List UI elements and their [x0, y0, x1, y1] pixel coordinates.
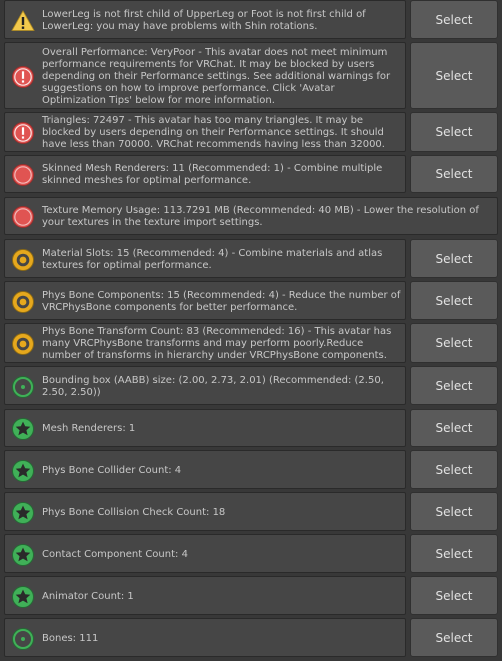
- select-button[interactable]: Select: [410, 323, 498, 363]
- very-poor-circle-icon: [11, 163, 35, 187]
- select-button[interactable]: Select: [410, 281, 498, 320]
- validation-row: Phys Bone Collision Check Count: 18 Selec…: [4, 492, 498, 531]
- validation-message-box: Skinned Mesh Renderers: 11 (Recommended:…: [4, 155, 406, 193]
- validation-row: Phys Bone Components: 15 (Recommended: 4…: [4, 281, 498, 320]
- excellent-star-icon: [11, 459, 35, 483]
- medium-ring-icon: [11, 332, 35, 356]
- validation-message-box: LowerLeg is not first child of UpperLeg …: [4, 0, 406, 39]
- validation-message-list: LowerLeg is not first child of UpperLeg …: [0, 0, 502, 661]
- validation-message-text: Overall Performance: VeryPoor - This ava…: [42, 47, 391, 106]
- good-dot-icon: [11, 627, 35, 651]
- select-button[interactable]: Select: [410, 155, 498, 193]
- validation-message-box: Material Slots: 15 (Recommended: 4) - Co…: [4, 239, 406, 278]
- validation-message-box: Bones: 111: [4, 618, 406, 657]
- validation-message-box: Phys Bone Components: 15 (Recommended: 4…: [4, 281, 406, 320]
- validation-row: Skinned Mesh Renderers: 11 (Recommended:…: [4, 155, 498, 193]
- warning-triangle-icon: [11, 9, 35, 33]
- validation-row: Overall Performance: VeryPoor - This ava…: [4, 42, 498, 109]
- validation-message-text: Skinned Mesh Renderers: 11 (Recommended:…: [42, 163, 383, 186]
- validation-message-text: Bounding box (AABB) size: (2.00, 2.73, 2…: [42, 375, 384, 398]
- validation-message-text: Bones: 111: [42, 633, 99, 644]
- excellent-star-icon: [11, 585, 35, 609]
- validation-message-box: Texture Memory Usage: 113.7291 MB (Recom…: [4, 197, 498, 235]
- very-poor-circle-icon: [11, 205, 35, 229]
- validation-row: Texture Memory Usage: 113.7291 MB (Recom…: [4, 197, 498, 235]
- validation-message-box: Phys Bone Collision Check Count: 18: [4, 492, 406, 531]
- validation-message-box: Phys Bone Collider Count: 4: [4, 450, 406, 489]
- validation-message-text: Phys Bone Collider Count: 4: [42, 465, 182, 476]
- validation-message-text: Material Slots: 15 (Recommended: 4) - Co…: [42, 248, 383, 271]
- excellent-star-icon: [11, 543, 35, 567]
- validation-row: Phys Bone Transform Count: 83 (Recommend…: [4, 323, 498, 363]
- good-dot-icon: [11, 375, 35, 399]
- validation-row: Bones: 111 Select: [4, 618, 498, 657]
- select-button[interactable]: Select: [410, 112, 498, 152]
- validation-message-text: Phys Bone Collision Check Count: 18: [42, 507, 226, 518]
- validation-message-text: Triangles: 72497 - This avatar has too m…: [42, 115, 385, 150]
- error-exclamation-icon: [11, 121, 35, 145]
- validation-message-box: Phys Bone Transform Count: 83 (Recommend…: [4, 323, 406, 363]
- validation-message-text: LowerLeg is not first child of UpperLeg …: [42, 9, 366, 32]
- validation-message-box: Contact Component Count: 4: [4, 534, 406, 573]
- validation-message-box: Mesh Renderers: 1: [4, 409, 406, 447]
- select-button[interactable]: Select: [410, 492, 498, 531]
- excellent-star-icon: [11, 417, 35, 441]
- select-button[interactable]: Select: [410, 534, 498, 573]
- validation-message-text: Contact Component Count: 4: [42, 549, 188, 560]
- validation-row: Animator Count: 1 Select: [4, 576, 498, 615]
- select-button[interactable]: Select: [410, 0, 498, 39]
- validation-message-text: Phys Bone Transform Count: 83 (Recommend…: [42, 326, 392, 361]
- select-button[interactable]: Select: [410, 42, 498, 109]
- select-button[interactable]: Select: [410, 409, 498, 447]
- select-button[interactable]: Select: [410, 239, 498, 278]
- error-exclamation-icon: [11, 65, 35, 89]
- validation-row: Contact Component Count: 4 Select: [4, 534, 498, 573]
- validation-row: Mesh Renderers: 1 Select: [4, 409, 498, 447]
- medium-ring-icon: [11, 248, 35, 272]
- validation-row: Triangles: 72497 - This avatar has too m…: [4, 112, 498, 152]
- validation-row: Phys Bone Collider Count: 4 Select: [4, 450, 498, 489]
- validation-message-text: Phys Bone Components: 15 (Recommended: 4…: [42, 290, 401, 313]
- select-button[interactable]: Select: [410, 576, 498, 615]
- select-button[interactable]: Select: [410, 450, 498, 489]
- validation-message-box: Overall Performance: VeryPoor - This ava…: [4, 42, 406, 109]
- validation-message-box: Bounding box (AABB) size: (2.00, 2.73, 2…: [4, 366, 406, 405]
- validation-message-text: Texture Memory Usage: 113.7291 MB (Recom…: [42, 205, 479, 228]
- validation-message-box: Triangles: 72497 - This avatar has too m…: [4, 112, 406, 152]
- validation-row: Material Slots: 15 (Recommended: 4) - Co…: [4, 239, 498, 278]
- validation-row: Bounding box (AABB) size: (2.00, 2.73, 2…: [4, 366, 498, 405]
- validation-message-text: Animator Count: 1: [42, 591, 134, 602]
- select-button[interactable]: Select: [410, 366, 498, 405]
- medium-ring-icon: [11, 290, 35, 314]
- excellent-star-icon: [11, 501, 35, 525]
- validation-message-box: Animator Count: 1: [4, 576, 406, 615]
- validation-message-text: Mesh Renderers: 1: [42, 423, 136, 434]
- validation-row: LowerLeg is not first child of UpperLeg …: [4, 0, 498, 39]
- select-button[interactable]: Select: [410, 618, 498, 657]
